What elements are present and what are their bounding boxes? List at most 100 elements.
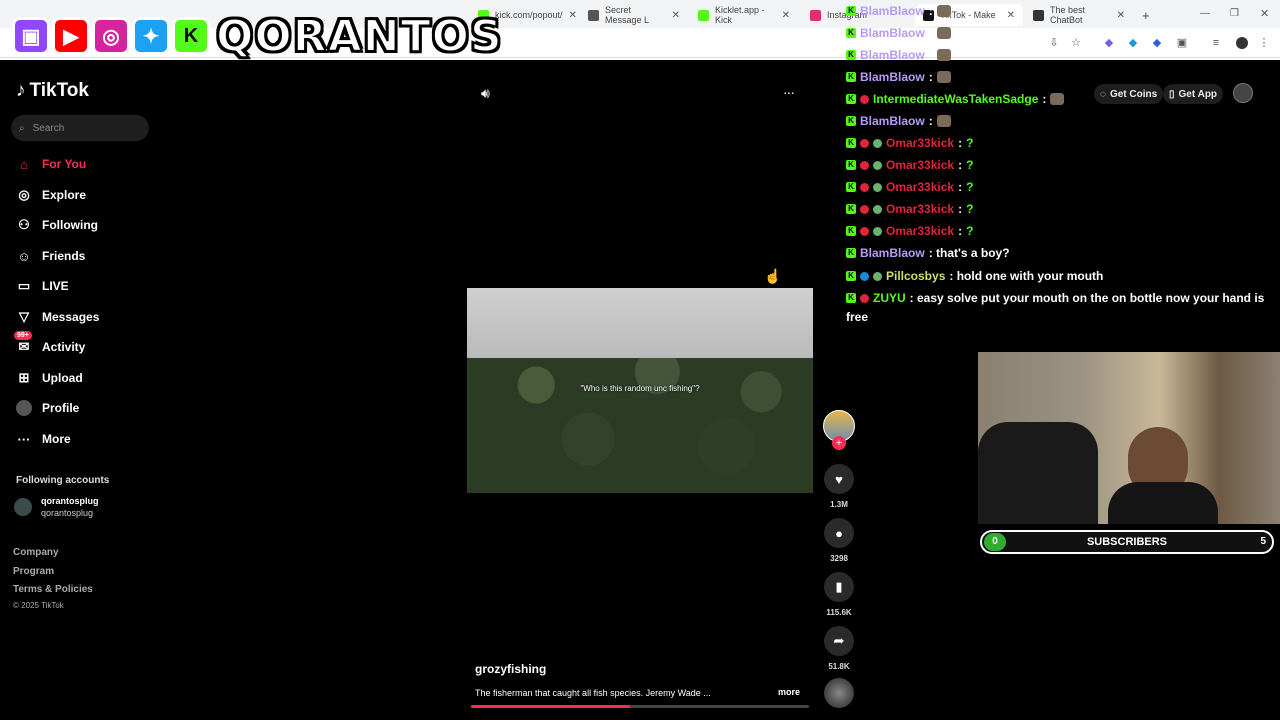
- chat-text: :: [958, 202, 963, 216]
- volume-icon[interactable]: 🔊︎: [481, 85, 490, 102]
- nav-more[interactable]: ··· More: [16, 431, 71, 447]
- subs-label: SUBSCRIBERS: [1086, 536, 1168, 548]
- chat-message: K Omar33kick:?: [846, 224, 973, 238]
- chat-message: K Omar33kick:?: [846, 158, 973, 172]
- video-options-icon[interactable]: ···: [783, 84, 795, 100]
- chat-badge-icon: [873, 226, 882, 236]
- footer-company[interactable]: Company: [13, 547, 59, 558]
- chat-emote-icon: [936, 71, 951, 83]
- profile-icon: [16, 400, 32, 416]
- following-account-handle[interactable]: qorantosplug: [41, 508, 93, 518]
- tab-secret-message[interactable]: Secret Message L ✕: [580, 4, 688, 26]
- chat-text: : that's a boy?: [928, 246, 1010, 260]
- heart-icon: ♥: [835, 471, 843, 487]
- chat-message: K Pillcosbys: hold one with your mouth: [846, 269, 1103, 283]
- extension-icon[interactable]: ◆: [1151, 37, 1163, 49]
- tiktok-logo[interactable]: ♪ TikTok: [16, 80, 89, 102]
- account-avatar[interactable]: [14, 498, 32, 516]
- extension-icon[interactable]: ◆: [1127, 37, 1139, 49]
- video-player[interactable]: "Who is this random unc fishing"?: [467, 288, 813, 493]
- like-button[interactable]: ♥: [824, 464, 854, 494]
- kick-badge-icon: K: [846, 226, 856, 236]
- chat-username[interactable]: BlamBlaow: [860, 26, 925, 40]
- user-avatar[interactable]: [1233, 83, 1253, 103]
- nav-explore[interactable]: ◎ Explore: [16, 187, 86, 203]
- chat-username[interactable]: BlamBlaow: [860, 48, 925, 62]
- chat-username[interactable]: ZUYU: [873, 291, 906, 305]
- puzzle-extensions-icon[interactable]: ▣: [1176, 37, 1188, 49]
- media-control-icon[interactable]: ≡: [1210, 37, 1222, 49]
- footer-program[interactable]: Program: [13, 566, 54, 577]
- chat-text: :: [928, 70, 933, 84]
- chat-message: K Omar33kick:?: [846, 180, 973, 194]
- video-author[interactable]: grozyfishing: [475, 662, 546, 676]
- save-count: 115.6K: [826, 608, 852, 617]
- chat-emote-icon: [936, 49, 951, 61]
- chat-username[interactable]: Omar33kick: [886, 224, 954, 238]
- chat-emote-icon: ?: [966, 224, 974, 238]
- browser-menu-icon[interactable]: ⋮: [1258, 37, 1270, 49]
- subs-current: 0: [984, 533, 1006, 551]
- nav-friends[interactable]: ☺ Friends: [16, 248, 85, 264]
- chat-text: :: [928, 114, 933, 128]
- github-favicon-icon: [1033, 9, 1044, 21]
- chat-username[interactable]: BlamBlaow: [860, 4, 925, 18]
- get-coins-button[interactable]: ◌ Get Coins: [1094, 84, 1164, 104]
- new-tab-button[interactable]: +: [1134, 4, 1154, 26]
- minimize-icon[interactable]: —: [1200, 8, 1210, 19]
- chat-username[interactable]: Pillcosbys: [886, 269, 945, 283]
- comment-button[interactable]: ●: [824, 518, 854, 548]
- nav-for-you[interactable]: ⌂ For You: [16, 156, 86, 172]
- tab-kicklet[interactable]: Kicklet.app - Kick ✕: [690, 4, 798, 26]
- nav-live[interactable]: ▭ LIVE: [16, 278, 69, 294]
- close-tab-icon[interactable]: ✕: [672, 10, 680, 21]
- chat-username[interactable]: Omar33kick: [886, 158, 954, 172]
- get-app-button[interactable]: ▯ Get App: [1163, 84, 1224, 104]
- footer-terms[interactable]: Terms & Policies: [13, 584, 93, 595]
- chat-username[interactable]: IntermediateWasTakenSadge: [873, 92, 1038, 106]
- nav-upload[interactable]: ⊞ Upload: [16, 370, 83, 386]
- restore-icon[interactable]: ❐: [1230, 8, 1239, 19]
- nav-profile[interactable]: Profile: [16, 400, 79, 416]
- chat-username[interactable]: BlamBlaow: [860, 70, 925, 84]
- search-input[interactable]: ⌕ Search: [11, 115, 149, 141]
- share-button[interactable]: ➦: [824, 626, 854, 656]
- following-icon: ⚇: [18, 217, 30, 232]
- video-progress-fill: [471, 705, 630, 708]
- extension-icon[interactable]: ◆: [1103, 37, 1115, 49]
- webcam-feed: [978, 352, 1280, 524]
- kick-badge-icon: K: [846, 248, 856, 258]
- chat-username[interactable]: BlamBlaow: [860, 246, 925, 260]
- close-window-icon[interactable]: ✕: [1260, 7, 1269, 20]
- chat-text: :: [958, 136, 963, 150]
- music-disc-icon[interactable]: [824, 678, 854, 708]
- kick-badge-icon: K: [846, 204, 856, 214]
- nav-activity[interactable]: ✉ 99+ Activity: [14, 331, 85, 355]
- chat-badge-icon: [873, 138, 882, 148]
- more-icon: ···: [17, 431, 31, 447]
- kick-logo-icon: K: [172, 17, 210, 55]
- install-icon[interactable]: ⇩: [1048, 37, 1060, 49]
- following-account-name[interactable]: qorantosplug: [41, 496, 99, 506]
- save-button[interactable]: ▮: [824, 572, 854, 602]
- chat-username[interactable]: Omar33kick: [886, 180, 954, 194]
- kick-favicon-icon: [698, 9, 709, 21]
- chat-badge-icon: [860, 182, 869, 192]
- nav-messages[interactable]: ▽ Messages: [16, 309, 99, 325]
- chat-message: K BlamBlaow:: [846, 26, 951, 40]
- close-tab-icon[interactable]: ✕: [569, 10, 577, 21]
- chat-username[interactable]: Omar33kick: [886, 136, 954, 150]
- bookmark-star-icon[interactable]: ☆: [1070, 37, 1082, 49]
- more-link[interactable]: more: [778, 687, 800, 697]
- video-progress-bar[interactable]: [471, 705, 809, 708]
- nav-following[interactable]: ⚇ Following: [16, 217, 98, 233]
- chat-username[interactable]: Omar33kick: [886, 202, 954, 216]
- profile-avatar-icon[interactable]: [1236, 37, 1248, 49]
- chat-badge-icon: [860, 271, 869, 281]
- close-tab-icon[interactable]: ✕: [1117, 10, 1125, 21]
- tab-chatbot[interactable]: The best ChatBot ✕: [1025, 4, 1133, 26]
- close-tab-icon[interactable]: ✕: [1007, 10, 1015, 21]
- close-tab-icon[interactable]: ✕: [782, 10, 790, 21]
- follow-plus-icon[interactable]: +: [832, 436, 846, 450]
- chat-username[interactable]: BlamBlaow: [860, 114, 925, 128]
